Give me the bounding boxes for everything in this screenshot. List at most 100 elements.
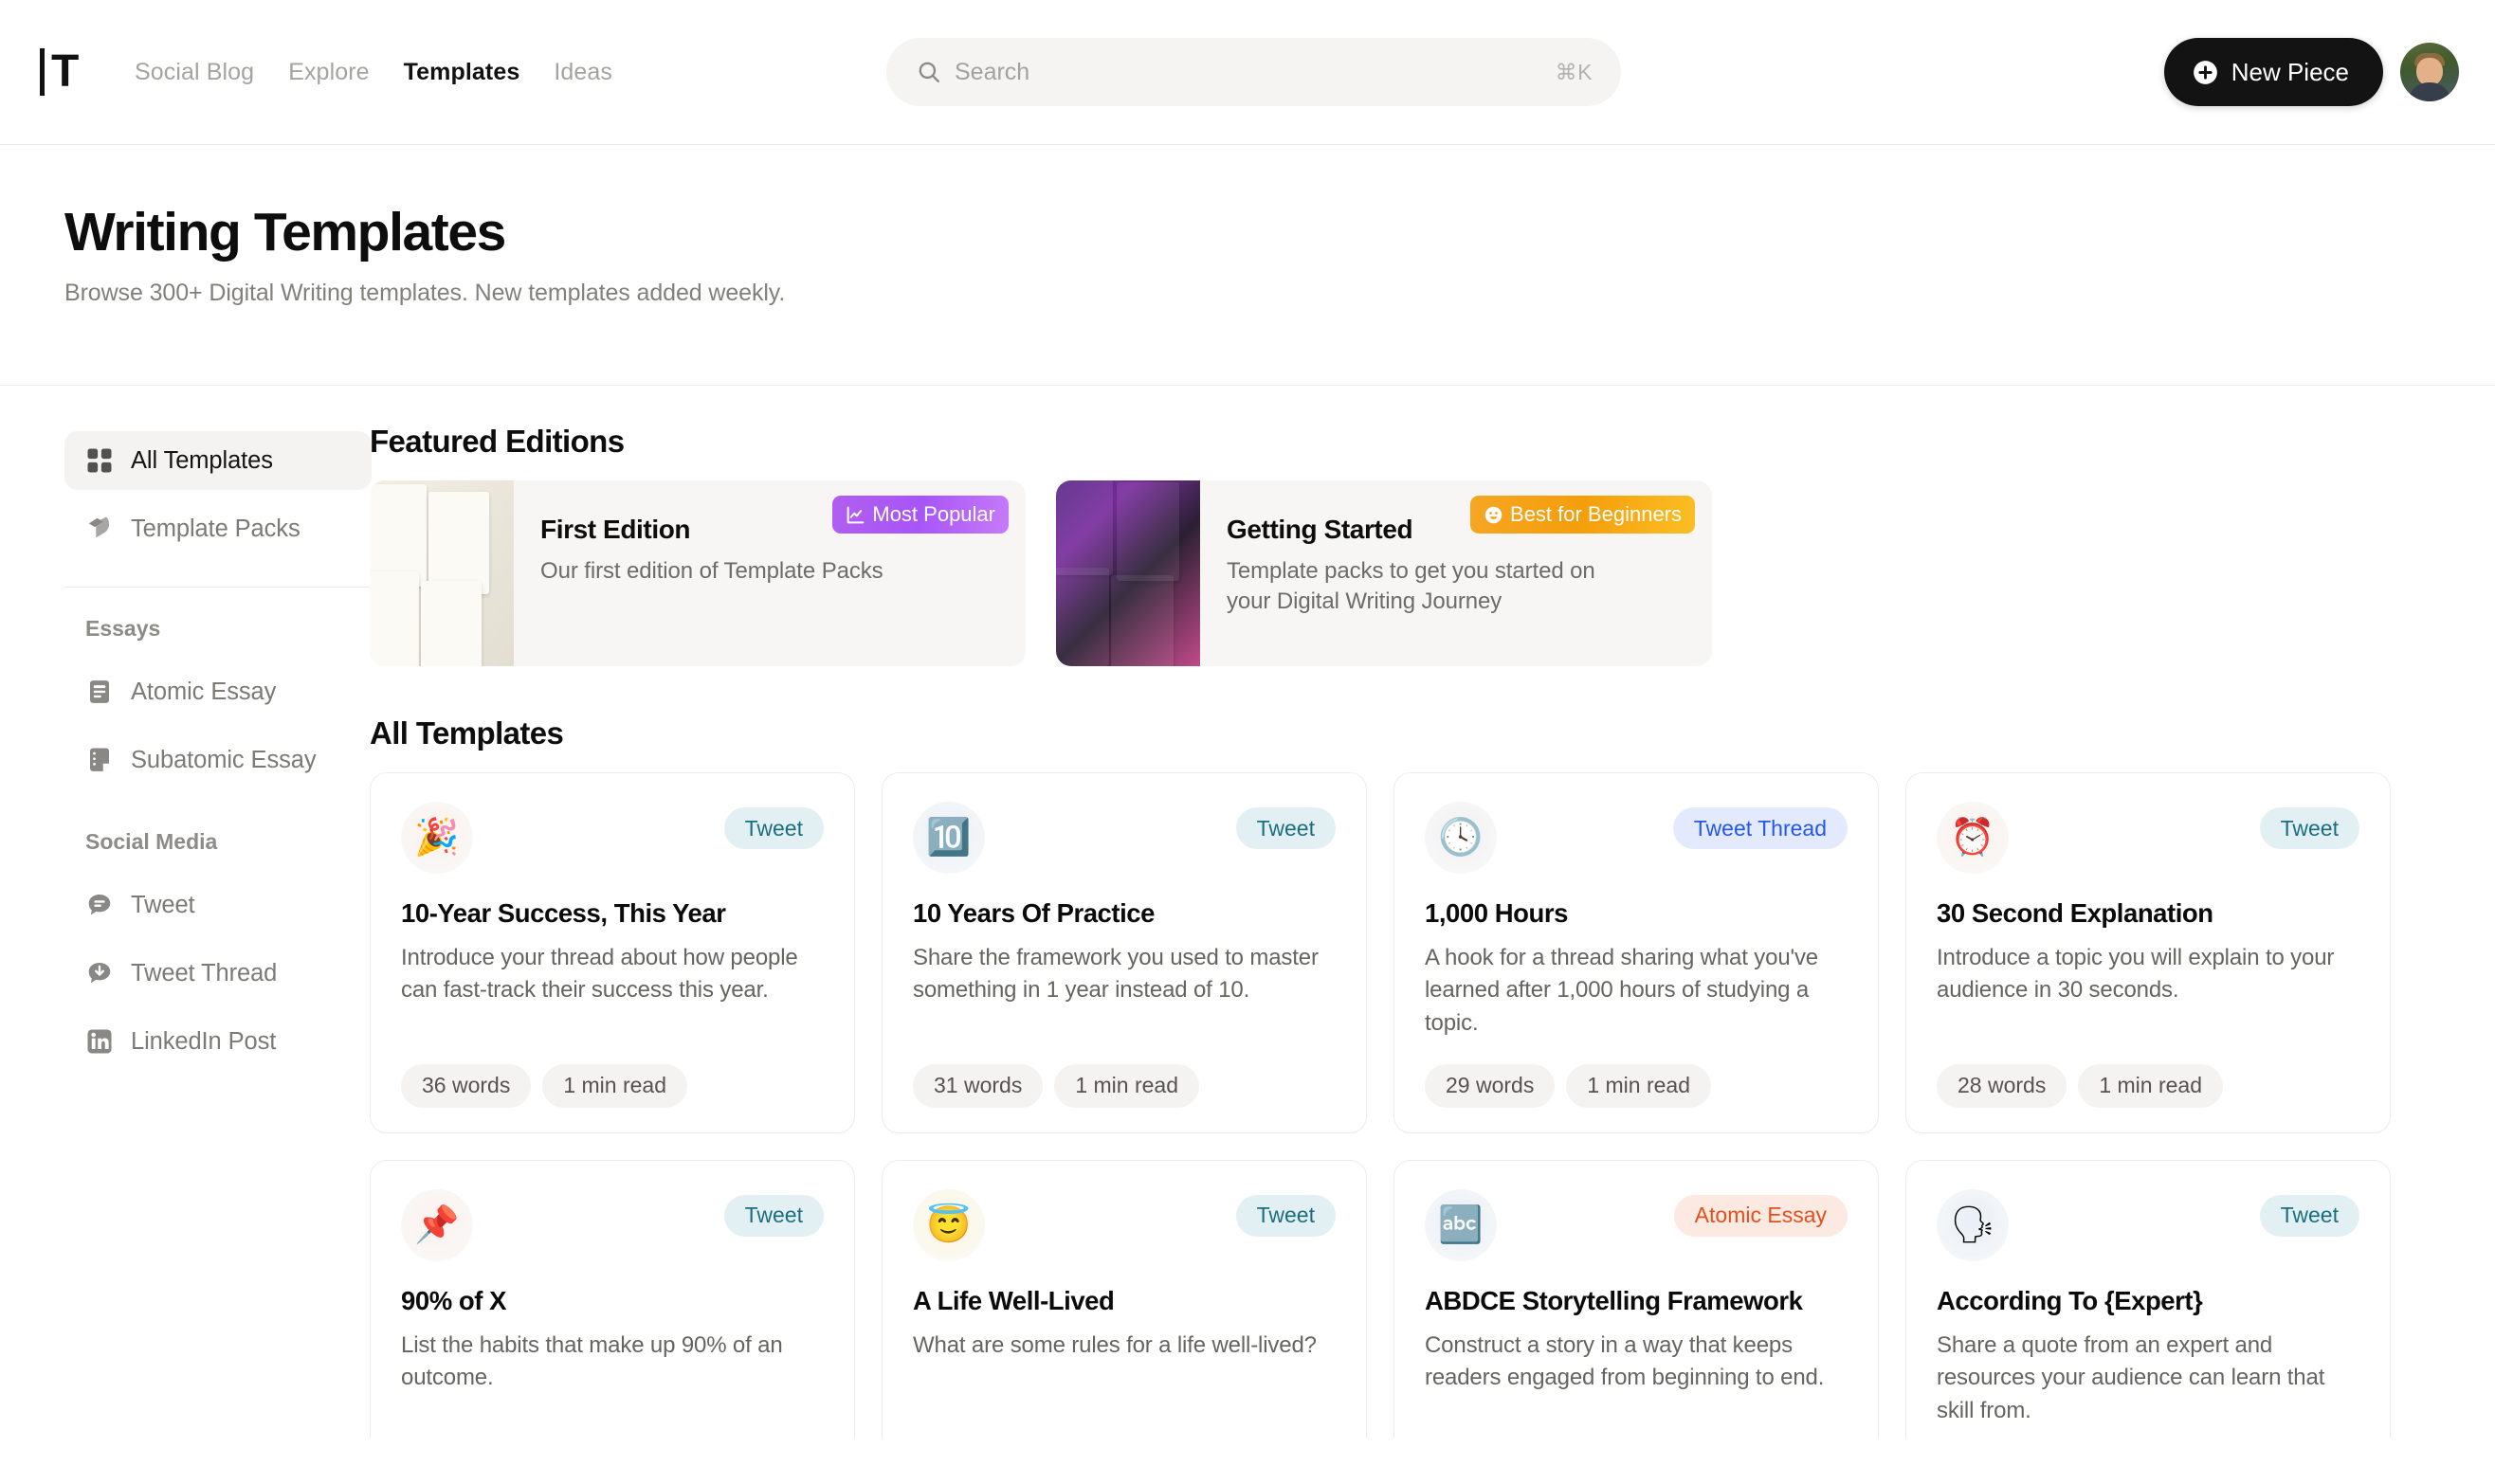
thumb-mini-card [1056, 568, 1109, 666]
template-card-meta: 28 words 1 min read [1937, 1040, 2359, 1108]
sidebar-group-essays: Essays Atomic Essay [64, 616, 370, 789]
new-piece-label: New Piece [2231, 58, 2349, 87]
sidebar-item-label: Tweet Thread [131, 960, 277, 987]
featured-thumbnail [370, 480, 514, 666]
template-card-description: Construct a story in a way that keeps re… [1425, 1330, 1848, 1395]
read-time-pill: 1 min read [2078, 1064, 2223, 1108]
template-card-header: 🔤 Atomic Essay [1425, 1189, 1848, 1261]
nav-item-social-blog[interactable]: Social Blog [135, 59, 254, 86]
template-type-badge: Tweet [2260, 1195, 2359, 1237]
word-count-pill: 36 words [401, 1064, 531, 1108]
alarm-clock-icon: ⏰ [1937, 802, 2009, 874]
sidebar-item-subatomic-essay[interactable]: Subatomic Essay [64, 731, 372, 789]
template-card[interactable]: 🔤 Atomic Essay ABDCE Storytelling Framew… [1393, 1160, 1879, 1438]
template-type-badge: Atomic Essay [1674, 1195, 1848, 1237]
party-popper-icon: 🎉 [401, 802, 473, 874]
template-card-title: 30 Second Explanation [1937, 898, 2359, 929]
linkedin-icon [85, 1027, 114, 1056]
read-time-pill: 1 min read [1566, 1064, 1711, 1108]
sidebar-group-social-media: Social Media Tweet [64, 829, 370, 1071]
template-card-title: 1,000 Hours [1425, 898, 1848, 929]
chart-icon [846, 505, 865, 525]
page-body: All Templates Template Packs Essays [0, 386, 2495, 1438]
main-content: Featured Editions First Edition Our firs… [370, 386, 2495, 1438]
template-card-description: Introduce a topic you will explain to yo… [1937, 942, 2359, 1007]
template-type-badge: Tweet [724, 807, 824, 849]
avatar-body [2408, 82, 2451, 101]
template-card-description: A hook for a thread sharing what you've … [1425, 942, 1848, 1040]
sidebar-group-title: Social Media [64, 829, 370, 855]
template-card-header: 🔟 Tweet [913, 802, 1336, 874]
template-card-title: ABDCE Storytelling Framework [1425, 1286, 1848, 1316]
thumb-mini-card [370, 571, 419, 666]
sidebar-item-tweet-thread[interactable]: Tweet Thread [64, 944, 372, 1003]
read-time-pill: 1 min read [1054, 1064, 1199, 1108]
word-count-pill: 29 words [1425, 1064, 1555, 1108]
abcd-icon: 🔤 [1425, 1189, 1497, 1261]
template-card[interactable]: 🔟 Tweet 10 Years Of Practice Share the f… [882, 772, 1367, 1133]
app-logo[interactable]: T [40, 39, 99, 105]
user-avatar[interactable] [2400, 43, 2459, 101]
template-card[interactable]: 🗣 Tweet According To {Expert} Share a qu… [1905, 1160, 2391, 1438]
speech-bubble-icon [85, 891, 114, 919]
template-card-header: 😇 Tweet [913, 1189, 1336, 1261]
sidebar-item-linkedin-post[interactable]: LinkedIn Post [64, 1012, 372, 1071]
smiley-icon [1484, 505, 1503, 525]
halo-smiley-icon: 😇 [913, 1189, 985, 1261]
page-header: Writing Templates Browse 300+ Digital Wr… [0, 145, 2495, 320]
new-piece-button[interactable]: New Piece [2164, 38, 2383, 106]
featured-card-getting-started[interactable]: Getting Started Template packs to get yo… [1056, 480, 1712, 666]
sidebar-group-title: Essays [64, 616, 370, 642]
word-count-pill: 28 words [1937, 1064, 2067, 1108]
sidebar-item-atomic-essay[interactable]: Atomic Essay [64, 662, 372, 721]
featured-badge-most-popular: Most Popular [832, 496, 1009, 534]
plus-circle-icon [2193, 60, 2218, 85]
nav-item-explore[interactable]: Explore [288, 59, 369, 86]
note-icon [85, 746, 114, 774]
template-card-meta: 31 words 1 min read [913, 1040, 1336, 1108]
template-card-header: ⏰ Tweet [1937, 802, 2359, 874]
nav-item-ideas[interactable]: Ideas [554, 59, 612, 86]
sidebar-item-all-templates[interactable]: All Templates [64, 431, 372, 490]
thumb-mini-card [421, 581, 482, 666]
template-card-description: List the habits that make up 90% of an o… [401, 1330, 824, 1395]
sidebar-item-label: All Templates [131, 447, 273, 475]
template-card-title: According To {Expert} [1937, 1286, 2359, 1316]
header-actions: New Piece [2164, 38, 2459, 106]
thumb-mini-card [1056, 480, 1113, 575]
thumb-mini-card [1117, 482, 1179, 581]
page-subtitle: Browse 300+ Digital Writing templates. N… [64, 280, 2457, 307]
template-card-header: 📌 Tweet [401, 1189, 824, 1261]
template-card[interactable]: ⏰ Tweet 30 Second Explanation Introduce … [1905, 772, 2391, 1133]
template-card-title: 90% of X [401, 1286, 824, 1316]
nav-item-templates[interactable]: Templates [404, 59, 520, 86]
sidebar-item-template-packs[interactable]: Template Packs [64, 499, 372, 558]
template-card-description: What are some rules for a life well-live… [913, 1330, 1336, 1362]
template-card-header: 🕓 Tweet Thread [1425, 802, 1848, 874]
template-card-description: Introduce your thread about how people c… [401, 942, 824, 1007]
template-card-description: Share the framework you used to master s… [913, 942, 1336, 1007]
featured-badge-label: Best for Beginners [1510, 502, 1682, 527]
template-card[interactable]: 😇 Tweet A Life Well-Lived What are some … [882, 1160, 1367, 1438]
template-card[interactable]: 🕓 Tweet Thread 1,000 Hours A hook for a … [1393, 772, 1879, 1133]
search-box[interactable]: ⌘K [886, 38, 1621, 106]
featured-card-first-edition[interactable]: First Edition Our first edition of Templ… [370, 480, 1026, 666]
template-card[interactable]: 📌 Tweet 90% of X List the habits that ma… [370, 1160, 855, 1438]
template-card-meta: 29 words 1 min read [1425, 1040, 1848, 1108]
search-container: ⌘K [886, 38, 1621, 106]
template-card-title: 10 Years Of Practice [913, 898, 1336, 929]
all-templates-title: All Templates [370, 715, 2436, 751]
app-header: T Social Blog Explore Templates Ideas ⌘K… [0, 0, 2495, 144]
search-icon [917, 60, 941, 84]
document-icon [85, 678, 114, 706]
featured-badge-best-for-beginners: Best for Beginners [1470, 496, 1695, 534]
packs-icon [85, 515, 114, 543]
search-input[interactable] [955, 59, 1556, 86]
thread-bubble-icon [85, 959, 114, 987]
featured-editions-title: Featured Editions [370, 424, 2436, 460]
sidebar-item-tweet[interactable]: Tweet [64, 876, 372, 934]
sidebar-item-label: Subatomic Essay [131, 747, 317, 774]
template-card[interactable]: 🎉 Tweet 10-Year Success, This Year Intro… [370, 772, 855, 1133]
pushpin-icon: 📌 [401, 1189, 473, 1261]
featured-card-description: Our first edition of Template Packs [540, 556, 957, 587]
